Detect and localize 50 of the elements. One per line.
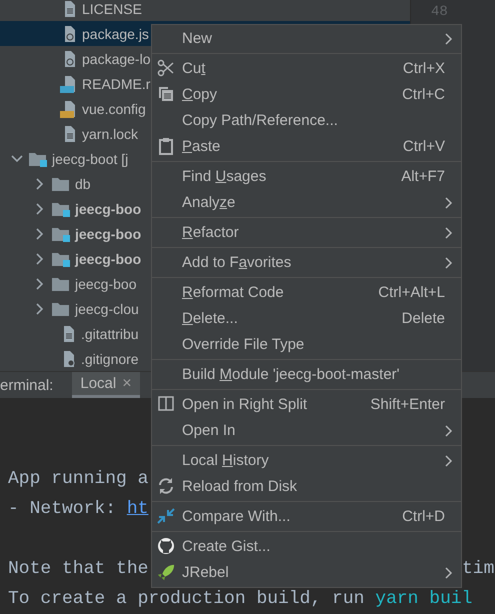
shortcut-label: Ctrl+D (402, 508, 445, 524)
tree-item-label: yarn.lock (82, 126, 138, 142)
terminal-line: App running a (8, 469, 148, 489)
menu-item-label: Cut (182, 60, 206, 76)
menu-item-label: Copy Path/Reference... (182, 112, 339, 128)
menu-item-label: Copy (182, 86, 218, 102)
menu-item-label: Add to Favorites (182, 254, 292, 270)
menu-item-label: Reformat Code (182, 284, 285, 300)
menu-item-label: Open in Right Split (182, 396, 308, 412)
menu-item-label: JRebel (182, 564, 230, 580)
menu-item-label: Compare With... (182, 508, 292, 524)
tree-item-label: jeecg-boo (75, 250, 142, 266)
shortcut-label: Ctrl+Alt+L (378, 284, 445, 300)
menu-item-label: Override File Type (182, 336, 306, 352)
tree-item-label: db (75, 176, 91, 192)
tree-item-label: package-lo (82, 50, 150, 66)
menu-item-label: Refactor (182, 224, 240, 240)
tree-item-label: jeecg-boot [j (52, 150, 128, 166)
menu-item-label: Paste (182, 138, 222, 154)
menu-item-label: Analyze (182, 194, 236, 210)
tree-item-label: .gitignore (81, 350, 139, 366)
terminal-line-fragment: tim (462, 559, 494, 579)
tree-item-label: jeecg-boo (75, 226, 142, 242)
menu-item-label: Open In (182, 422, 236, 438)
terminal-command: yarn buil (375, 589, 472, 609)
shortcut-label: Shift+Enter (370, 396, 445, 412)
terminal-line: To create a production build, run (8, 589, 366, 609)
tree-item-label: vue.config (82, 100, 146, 116)
terminal-line: Note that the (8, 559, 148, 579)
menu-item-label: Delete... (182, 310, 239, 326)
menu-item-label: Create Gist... (182, 538, 272, 554)
menu-item-label: Reload from Disk (182, 478, 298, 494)
shortcut-label: Ctrl+C (402, 86, 445, 102)
tree-item-label: jeecg-boo (75, 200, 142, 216)
tree-item-label: jeecg-clou (75, 300, 139, 316)
shortcut-label: Ctrl+V (402, 138, 445, 154)
tree-item-label: README.r (82, 76, 150, 92)
shortcut-label: Ctrl+X (402, 60, 445, 76)
shortcut-label: Delete (402, 310, 445, 326)
shortcut-label: Alt+F7 (401, 168, 445, 184)
menu-item-label: New (182, 30, 214, 46)
menu-item-label: Local History (182, 452, 270, 468)
menu-item-label: Build Module 'jeecg-boot-master' (182, 366, 401, 382)
tree-item-label: jeecg-boo (75, 276, 136, 292)
terminal-line: - Network: (8, 499, 118, 519)
menu-item-label: Find Usages (182, 168, 268, 184)
terminal-title: erminal: (0, 376, 54, 394)
tree-item-label: package.js (82, 26, 149, 42)
tree-item-label: .gitattribu (81, 326, 139, 342)
tree-item-label: LICENSE (82, 0, 142, 16)
